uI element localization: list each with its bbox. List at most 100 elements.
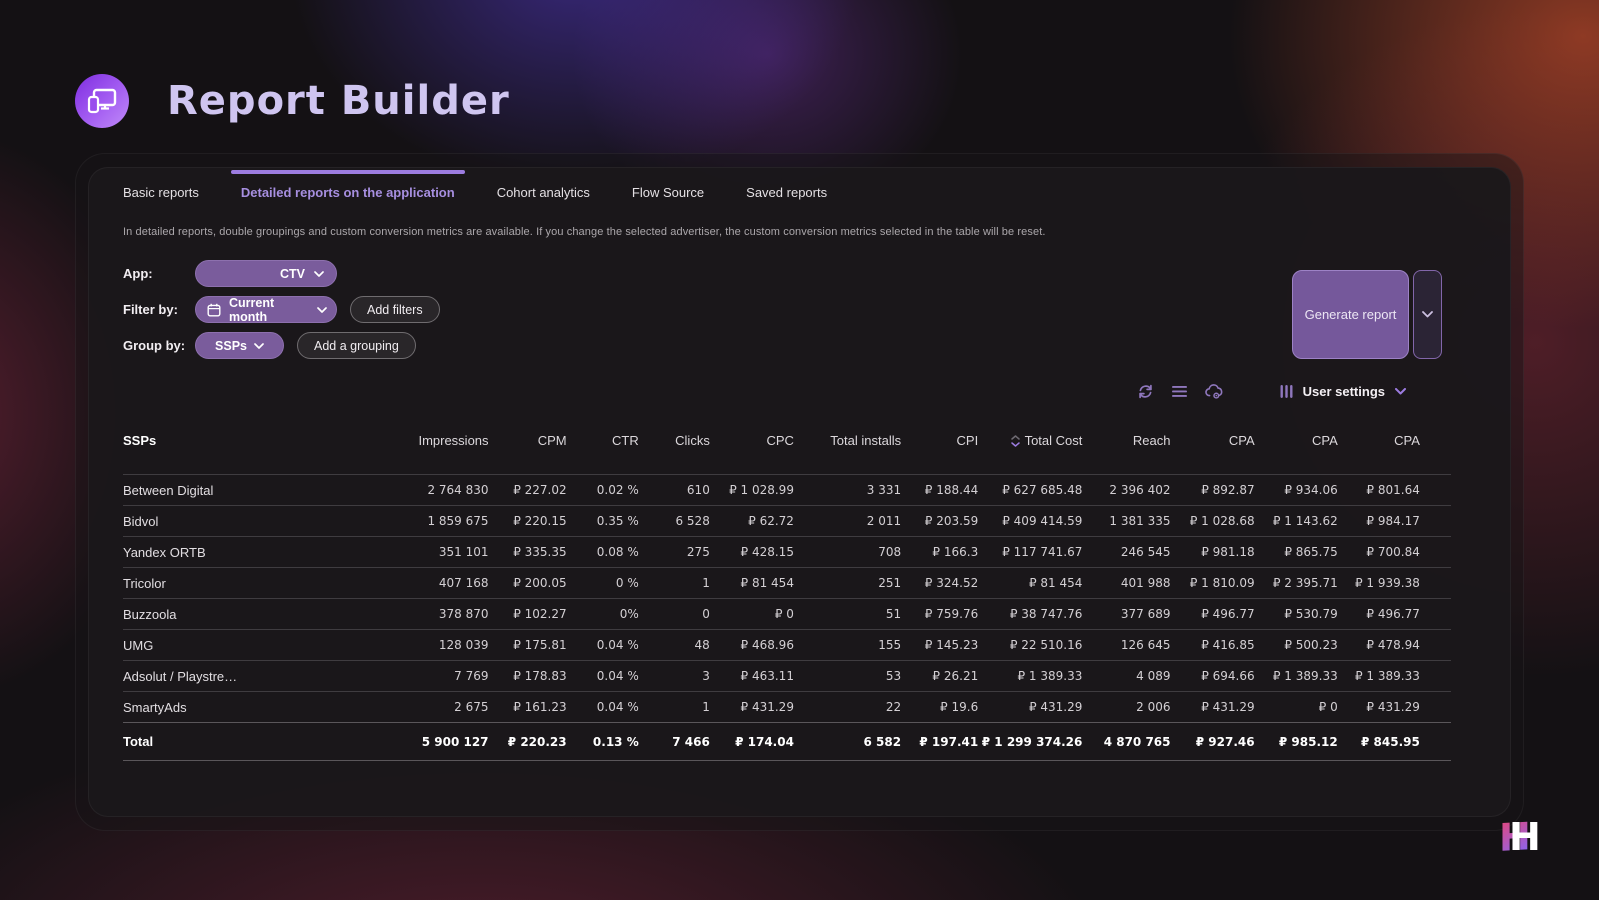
app-select[interactable]: CTV: [195, 260, 337, 287]
add-grouping-button[interactable]: Add a grouping: [297, 332, 416, 359]
column-header-cpm[interactable]: CPM: [489, 433, 567, 475]
table-row: Between Digital 2 764 830 ₽ 227.02 0.02 % 61…: [123, 474, 1451, 506]
cell-value: ₽ 431.29: [1337, 691, 1420, 723]
column-header-total-cost[interactable]: Total Cost: [978, 433, 1082, 475]
column-header-reach[interactable]: Reach: [1082, 433, 1171, 475]
cell-value: ₽ 145.23: [901, 629, 979, 661]
cell-value: ₽ 409 414.59: [978, 505, 1083, 537]
cell-value: 2 006: [1082, 691, 1171, 723]
cell-value: ₽ 1 028.68: [1170, 505, 1255, 537]
cell-value: ₽ 81 454: [709, 567, 794, 599]
cell-value: 6 528: [638, 505, 710, 537]
sort-desc-icon: [1010, 434, 1020, 447]
cell-value: 401 988: [1082, 567, 1171, 599]
cell-value: ₽ 1 389.33: [978, 660, 1083, 692]
cell-value: 1: [638, 691, 710, 723]
column-header-ctr[interactable]: CTR: [567, 433, 639, 475]
cell-value: 407 168: [385, 567, 489, 599]
generate-report-button[interactable]: Generate report: [1292, 270, 1409, 359]
cell-value: 0.35 %: [566, 505, 639, 537]
cell-value: ₽ 694.66: [1170, 660, 1255, 692]
cell-value: 126 645: [1082, 629, 1171, 661]
row-name: SmartyAds: [123, 691, 386, 723]
table-row: Adsolut / Playstre… 7 769 ₽ 178.83 0.04 % 3 ₽…: [123, 660, 1451, 692]
group-by-select[interactable]: SSPs: [195, 332, 284, 359]
cell-value: 0.04 %: [566, 660, 639, 692]
cell-value: 51: [793, 598, 902, 630]
generate-report-dropdown[interactable]: [1413, 270, 1442, 359]
cell-value: 0 %: [566, 567, 639, 599]
row-name: Bidvol: [123, 505, 386, 537]
column-header-ssps[interactable]: SSPs: [123, 433, 385, 475]
column-header-cpc[interactable]: CPC: [710, 433, 794, 475]
cell-value: 22: [793, 691, 902, 723]
tab-flow-source[interactable]: Flow Source: [632, 185, 704, 200]
add-filters-button[interactable]: Add filters: [350, 296, 440, 323]
cell-value: ₽ 26.21: [901, 660, 979, 692]
cell-value: ₽ 200.05: [488, 567, 567, 599]
column-header-clicks[interactable]: Clicks: [639, 433, 710, 475]
cloud-settings-icon[interactable]: [1204, 383, 1224, 400]
cell-value: ₽ 1 810.09: [1170, 567, 1255, 599]
column-header-total-installs[interactable]: Total installs: [794, 433, 901, 475]
cell-value: ₽ 985.12: [1254, 722, 1338, 761]
cell-value: ₽ 981.18: [1170, 536, 1255, 568]
filters-block: App: CTV Filter by: Current month Add fi…: [123, 260, 1476, 359]
cell-value: ₽ 428.15: [709, 536, 794, 568]
column-header-cpi[interactable]: CPI: [901, 433, 979, 475]
table-header-row: SSPs Impressions CPM CTR Clicks CPC Total inst…: [123, 433, 1451, 475]
cell-value: ₽ 227.02: [488, 474, 567, 506]
tab-detailed-reports-on-the-application[interactable]: Detailed reports on the application: [230, 169, 465, 200]
cell-value: ₽ 2 395.71: [1254, 567, 1338, 599]
cell-value: 6 582: [793, 722, 902, 761]
tab-saved-reports[interactable]: Saved reports: [746, 185, 827, 200]
cell-value: ₽ 19.6: [901, 691, 979, 723]
tab-basic-reports[interactable]: Basic reports: [123, 185, 199, 200]
user-settings-dropdown[interactable]: User settings: [1280, 384, 1406, 399]
cell-value: ₽ 431.29: [1170, 691, 1255, 723]
page-title: Report Builder: [167, 78, 510, 124]
cell-value: 48: [638, 629, 710, 661]
cell-value: 2 396 402: [1082, 474, 1171, 506]
columns-icon: [1280, 384, 1293, 398]
cell-value: ₽ 478.94: [1337, 629, 1420, 661]
cell-value: 53: [793, 660, 902, 692]
date-filter-row: Filter by: Current month Add filters: [123, 296, 1476, 324]
chevron-down-icon: [314, 270, 324, 277]
tab-cohort-analytics[interactable]: Cohort analytics: [497, 185, 590, 200]
tab-bar: Basic reports Detailed reports on the app…: [123, 168, 1476, 216]
table-row: Buzzoola 378 870 ₽ 102.27 0% 0 ₽ 0 51 ₽ 759.76 ₽…: [123, 598, 1451, 630]
cell-value: 3: [638, 660, 710, 692]
cell-value: 4 089: [1082, 660, 1171, 692]
cell-value: ₽ 203.59: [901, 505, 979, 537]
cell-value: ₽ 865.75: [1254, 536, 1338, 568]
cell-value: ₽ 1 389.33: [1337, 660, 1420, 692]
column-header-cpa[interactable]: CPA: [1255, 433, 1338, 475]
cell-value: ₽ 801.64: [1337, 474, 1420, 506]
cell-value: 0.04 %: [566, 629, 639, 661]
cell-value: ₽ 431.29: [978, 691, 1083, 723]
hamburger-icon[interactable]: [1171, 385, 1187, 398]
date-range-select[interactable]: Current month: [195, 296, 337, 324]
table-row: Tricolor 407 168 ₽ 200.05 0 % 1 ₽ 81 454 251 ₽ …: [123, 567, 1451, 599]
cell-value: ₽ 627 685.48: [978, 474, 1083, 506]
table-toolbar: User settings: [123, 379, 1476, 403]
app-header: Report Builder: [75, 74, 510, 128]
column-header-impressions[interactable]: Impressions: [385, 433, 488, 475]
total-row: Total 5 900 127 ₽ 220.23 0.13 % 7 466 ₽ 174.0…: [123, 722, 1451, 761]
h-brand-logo: H H: [1496, 806, 1546, 862]
cell-value: ₽ 463.11: [709, 660, 794, 692]
refresh-icon[interactable]: [1137, 383, 1154, 400]
cell-value: ₽ 220.15: [488, 505, 567, 537]
cell-value: 0.13 %: [566, 722, 639, 761]
cell-value: 7 466: [638, 722, 710, 761]
cell-value: 128 039: [385, 629, 489, 661]
info-note: In detailed reports, double groupings an…: [123, 226, 1046, 238]
cell-value: 708: [793, 536, 902, 568]
row-name: Total: [123, 722, 386, 761]
column-header-cpa[interactable]: CPA: [1338, 433, 1420, 475]
cell-value: 0: [638, 598, 710, 630]
chevron-down-icon: [1395, 387, 1406, 394]
column-header-cpa[interactable]: CPA: [1171, 433, 1255, 475]
cell-value: 1 381 335: [1082, 505, 1171, 537]
